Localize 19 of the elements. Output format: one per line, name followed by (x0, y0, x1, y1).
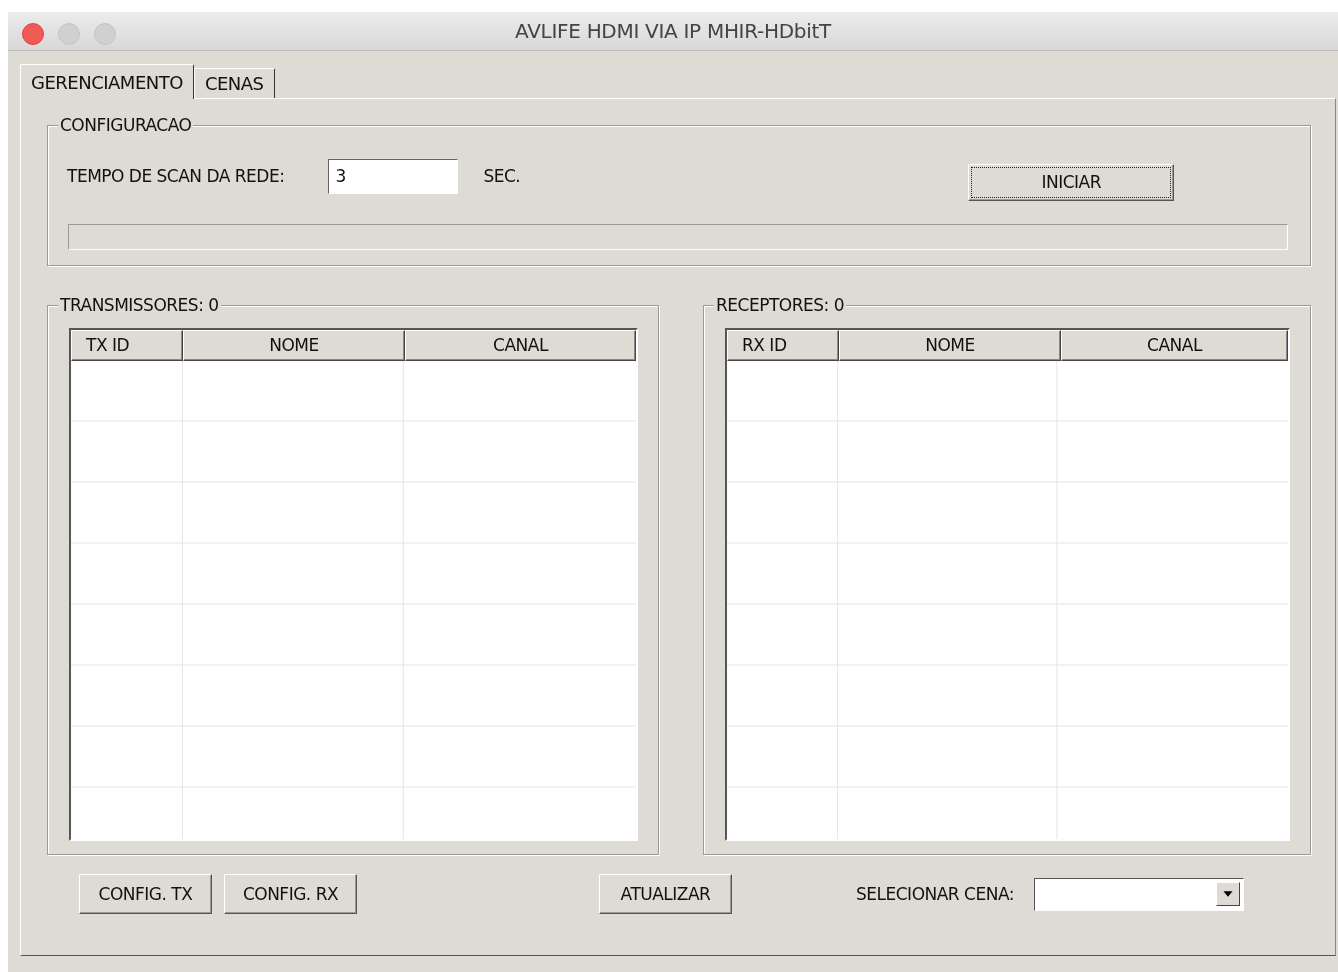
field-label: TEMPO DE SCAN DA REDE: (67, 166, 285, 186)
field-label: SELECIONAR CENA: (856, 884, 1014, 904)
scene-dropdown[interactable] (1033, 877, 1244, 911)
tab[interactable]: CENAS (193, 68, 275, 98)
column-header[interactable]: CANAL (405, 330, 636, 361)
column-header[interactable]: CANAL (1061, 330, 1288, 361)
column-header[interactable]: NOME (839, 330, 1061, 361)
close-button[interactable] (22, 23, 44, 45)
tab[interactable]: GERENCIAMENTO (20, 64, 194, 99)
config-rx-button[interactable]: CONFIG. RX (224, 874, 357, 914)
config-tx-button[interactable]: CONFIG. TX (79, 874, 212, 914)
unit-label: SEC. (483, 166, 521, 186)
scan-time-field[interactable]: 3 (328, 158, 459, 194)
window-title: AVLIFE HDMI VIA IP MHIR-HDbitT (515, 19, 831, 43)
column-header[interactable]: TX ID (71, 330, 183, 361)
column-header[interactable]: NOME (183, 330, 405, 361)
refresh-button[interactable]: ATUALIZAR (599, 874, 732, 914)
column-header[interactable]: RX ID (727, 330, 839, 361)
start-button[interactable]: INICIAR (968, 163, 1175, 201)
